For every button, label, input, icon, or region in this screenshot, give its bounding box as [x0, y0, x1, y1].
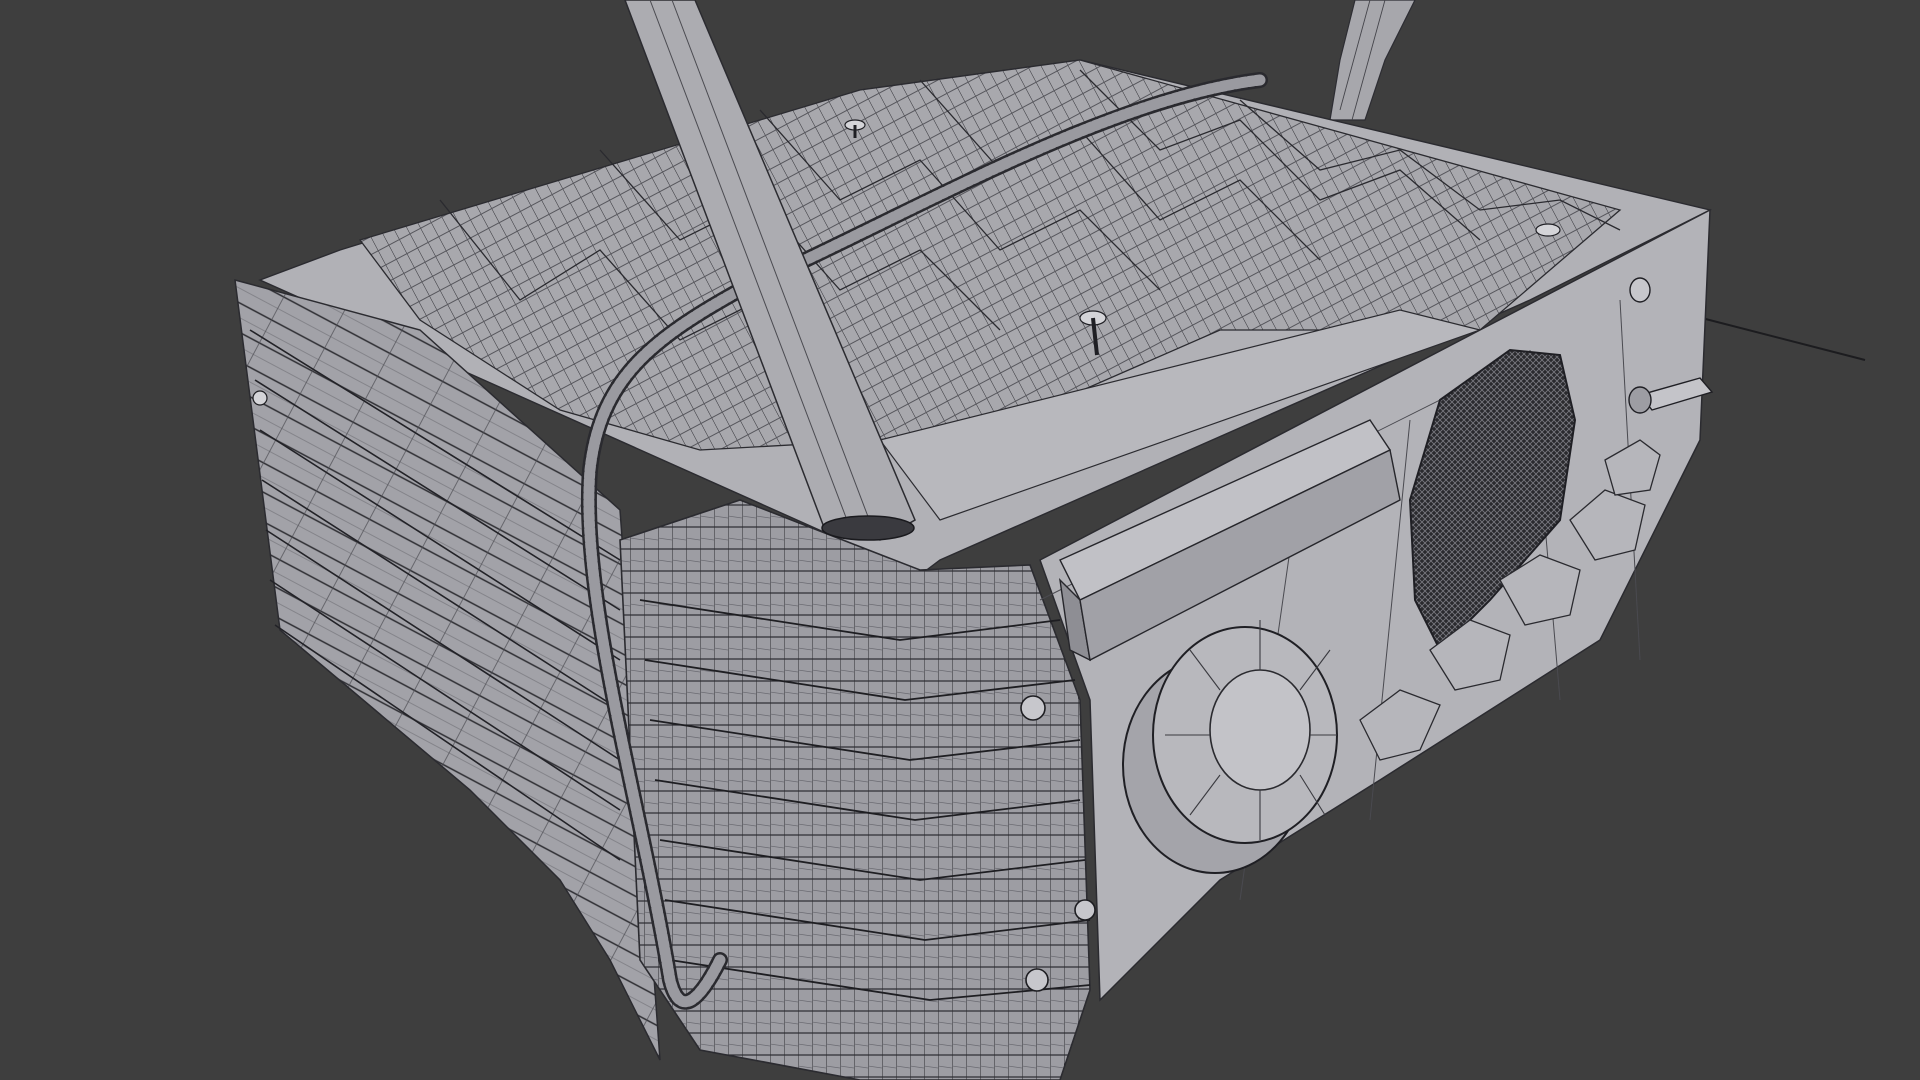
wireframe-model[interactable] — [0, 0, 1920, 1080]
antenna-wire — [1689, 314, 1866, 361]
3d-viewport[interactable] — [0, 0, 1920, 1080]
antenna-right[interactable] — [1329, 0, 1416, 121]
